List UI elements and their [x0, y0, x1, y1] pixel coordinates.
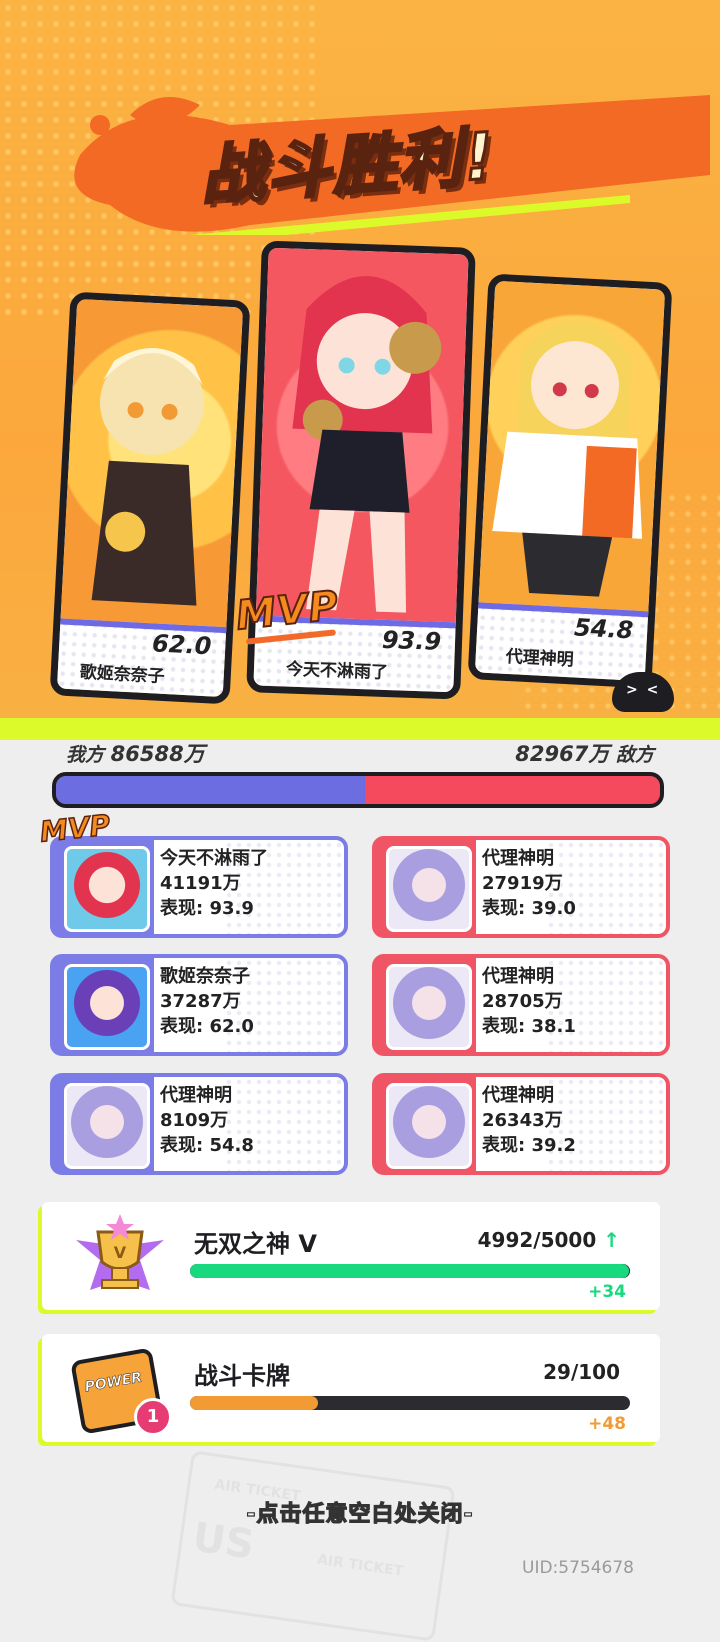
rank-progress-delta: +34 [588, 1282, 626, 1302]
player-performance: 表现: 62.0 [160, 1016, 254, 1037]
player-damage: 8109万 [160, 1110, 229, 1131]
player-avatar [64, 964, 150, 1050]
ally-score-fill [56, 776, 365, 804]
close-hint[interactable]: -点击任意空白处关闭- [0, 1496, 720, 1528]
rank-progress-panel: V 无双之神 V 4992/5000 ↑ +34 [42, 1202, 660, 1310]
hero-score: 54.8 [573, 613, 634, 645]
trophy-icon: V [76, 1214, 164, 1290]
enemy-player-card[interactable]: 代理神明 28705万 表现: 38.1 [372, 954, 670, 1056]
air-ticket-watermark: AIR TICKET US AIR TICKET [170, 1450, 456, 1642]
arrow-up-icon: ↑ [603, 1228, 620, 1252]
hero-card-left[interactable]: 62.0 歌姬奈奈子 [49, 291, 251, 705]
player-name: 歌姬奈奈子 [160, 966, 250, 987]
player-damage: 37287万 [160, 991, 241, 1012]
hero-card-right[interactable]: 54.8 代理神明 [467, 273, 673, 689]
hero-name: 代理神明 [505, 646, 575, 671]
hero-name: 歌姬奈奈子 [79, 662, 166, 687]
enemy-value: 82967万 [515, 742, 610, 766]
lime-divider [0, 718, 720, 740]
ally-player-card[interactable]: 代理神明 8109万 表现: 54.8 [50, 1073, 348, 1175]
ally-label: 我方 [66, 744, 105, 766]
enemy-player-card[interactable]: 代理神明 27919万 表现: 39.0 [372, 836, 670, 938]
player-damage: 28705万 [482, 991, 563, 1012]
ally-value: 86588万 [110, 742, 205, 766]
hero-info-panel: 54.8 代理神明 [468, 601, 659, 682]
rank-progress-fill [190, 1264, 630, 1278]
hero-score: 93.9 [381, 625, 442, 656]
card-progress-track [190, 1396, 630, 1410]
card-progress-fill [190, 1396, 318, 1410]
card-count-badge: 1 [134, 1398, 172, 1436]
card-progress-delta: +48 [588, 1414, 626, 1434]
battle-card-progress-panel: POWER 1 战斗卡牌 29/100 +48 [42, 1334, 660, 1442]
player-performance: 表现: 93.9 [160, 898, 254, 919]
hero-info-panel: 62.0 歌姬奈奈子 [50, 617, 237, 698]
hero-score: 62.0 [151, 629, 213, 661]
player-performance: 表现: 54.8 [160, 1135, 254, 1156]
player-name: 代理神明 [482, 966, 554, 987]
mascot-blob-icon[interactable]: > < [612, 672, 674, 712]
player-avatar [386, 846, 472, 932]
team-score-bar [52, 772, 664, 808]
player-damage: 26343万 [482, 1110, 563, 1131]
player-performance: 表现: 38.1 [482, 1016, 576, 1037]
player-name: 代理神明 [160, 1085, 232, 1106]
ally-player-card[interactable]: 歌姬奈奈子 37287万 表现: 62.0 [50, 954, 348, 1056]
rank-progress-track [190, 1264, 630, 1278]
rank-progress-value: 4992/5000 ↑ [477, 1228, 620, 1252]
player-performance: 表现: 39.0 [482, 898, 576, 919]
enemy-player-card[interactable]: 代理神明 26343万 表现: 39.2 [372, 1073, 670, 1175]
player-avatar [64, 1083, 150, 1169]
hero-name: 今天不淋雨了 [285, 659, 389, 684]
victory-banner-area: 战斗胜利! 62.0 歌姬奈奈子 93.9 今天不淋雨了 MVP 54.8 代理… [0, 0, 720, 740]
card-progress-value: 29/100 [543, 1360, 620, 1384]
player-performance: 表现: 39.2 [482, 1135, 576, 1156]
ally-total: 我方 86588万 [66, 738, 205, 768]
enemy-total: 82967万 敌方 [515, 738, 654, 768]
player-damage: 41191万 [160, 873, 241, 894]
player-name: 代理神明 [482, 848, 554, 869]
enemy-label: 敌方 [615, 744, 654, 766]
player-avatar [386, 964, 472, 1050]
player-name: 今天不淋雨了 [160, 848, 268, 869]
svg-text:V: V [114, 1243, 127, 1262]
player-avatar [386, 1083, 472, 1169]
rank-title: 无双之神 V [194, 1230, 317, 1258]
ally-player-card[interactable]: 今天不淋雨了 41191万 表现: 93.9 [50, 836, 348, 938]
user-id: UID:5754678 [522, 1558, 634, 1578]
player-damage: 27919万 [482, 873, 563, 894]
player-name: 代理神明 [482, 1085, 554, 1106]
player-avatar [64, 846, 150, 932]
card-progress-title: 战斗卡牌 [194, 1362, 290, 1390]
